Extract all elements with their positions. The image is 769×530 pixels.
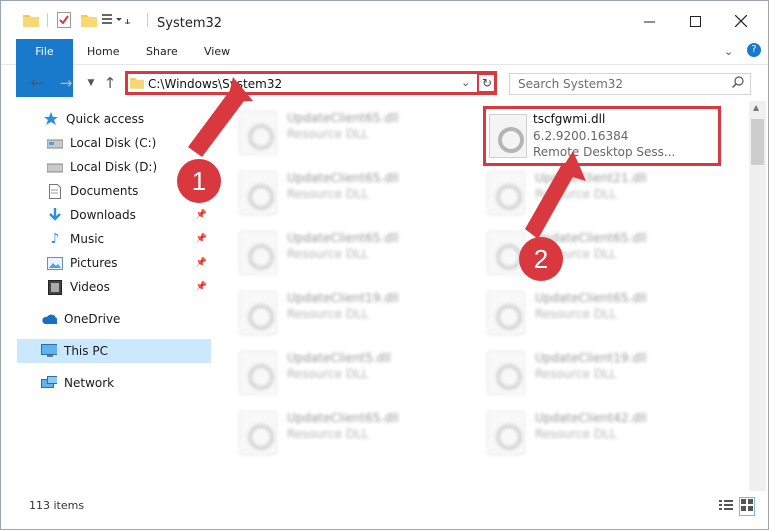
step-marker-2: 2 (519, 237, 563, 281)
arrowhead-1 (227, 77, 253, 102)
file-explorer-window: System32 File Home Share View ⌄ ? ← → ▼ … (0, 0, 769, 530)
step-marker-1: 1 (177, 159, 221, 203)
annotation-arrows (188, 77, 586, 239)
